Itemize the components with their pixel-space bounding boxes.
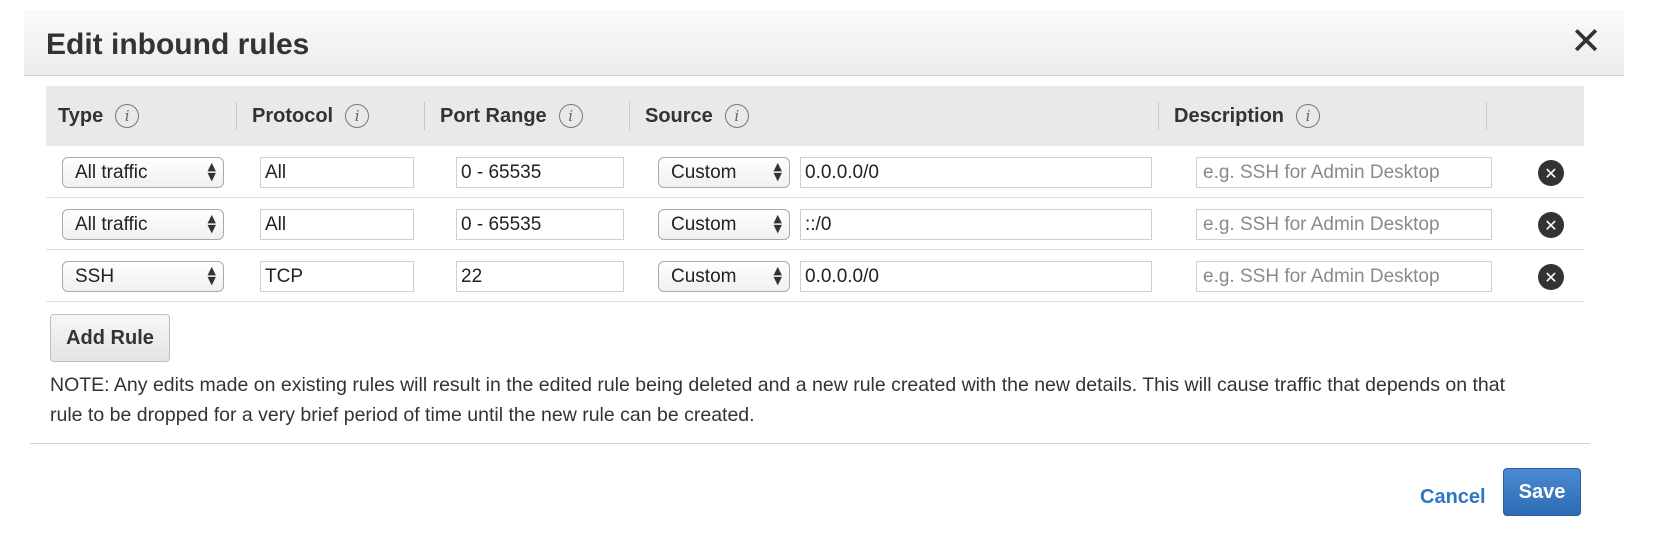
select-arrows-icon: ▲ ▼ xyxy=(207,212,216,235)
column-header-label: Source xyxy=(645,104,713,127)
footer-divider xyxy=(30,443,1590,444)
select-arrows-icon: ▲ ▼ xyxy=(773,212,782,235)
type-select[interactable]: SSH ▲ ▼ xyxy=(62,261,224,292)
info-icon[interactable]: i xyxy=(558,104,583,128)
table-row: All traffic ▲ ▼ All 0 - 65535 Custom ▲ ▼ :… xyxy=(46,198,1584,250)
column-divider xyxy=(1158,102,1159,130)
source-cidr-input[interactable]: 0.0.0.0/0 xyxy=(800,261,1152,292)
source-type-value: Custom xyxy=(671,266,737,287)
port-range-input[interactable]: 0 - 65535 xyxy=(456,209,624,240)
info-icon[interactable]: i xyxy=(115,104,140,128)
select-arrows-icon: ▲ ▼ xyxy=(207,160,216,183)
port-range-input[interactable]: 0 - 65535 xyxy=(456,157,624,188)
dialog-header: Edit inbound rules ✕ xyxy=(24,10,1624,76)
info-icon[interactable]: i xyxy=(345,104,370,128)
table-row: SSH ▲ ▼ TCP 22 Custom ▲ ▼ 0.0.0.0/0 e.g. S… xyxy=(46,250,1584,302)
type-select-value: SSH xyxy=(75,266,115,287)
note-text: NOTE: Any edits made on existing rules w… xyxy=(50,374,1506,426)
save-button[interactable]: Save xyxy=(1503,468,1581,516)
port-range-input[interactable]: 22 xyxy=(456,261,624,292)
type-select-value: All traffic xyxy=(75,214,148,235)
column-header-label: Description xyxy=(1174,104,1285,127)
dialog-title: Edit inbound rules xyxy=(46,28,310,61)
rules-table: Type i Protocol i Port Range i Source i … xyxy=(46,86,1584,302)
source-cidr-input[interactable]: ::/0 xyxy=(800,209,1152,240)
type-select[interactable]: All traffic ▲ ▼ xyxy=(62,209,224,240)
remove-rule-icon[interactable]: ✕ xyxy=(1538,212,1564,238)
protocol-field[interactable]: TCP xyxy=(260,261,414,292)
info-icon[interactable]: i xyxy=(724,104,749,128)
source-type-select[interactable]: Custom ▲ ▼ xyxy=(658,157,790,188)
description-input[interactable]: e.g. SSH for Admin Desktop xyxy=(1196,157,1492,188)
table-header: Type i Protocol i Port Range i Source i … xyxy=(46,86,1584,146)
column-header-port-range: Port Range i xyxy=(440,86,583,146)
description-input[interactable]: e.g. SSH for Admin Desktop xyxy=(1196,261,1492,292)
column-divider xyxy=(629,102,630,130)
column-header-source: Source i xyxy=(645,86,749,146)
column-header-label: Type xyxy=(58,104,104,127)
column-header-protocol: Protocol i xyxy=(252,86,370,146)
close-icon[interactable]: ✕ xyxy=(1570,22,1602,60)
select-arrows-icon: ▲ ▼ xyxy=(773,264,782,287)
column-divider xyxy=(424,102,425,130)
column-divider xyxy=(1486,102,1487,130)
column-header-label: Port Range xyxy=(440,104,547,127)
source-type-value: Custom xyxy=(671,214,737,235)
select-arrows-icon: ▲ ▼ xyxy=(207,264,216,287)
table-row: All traffic ▲ ▼ All 0 - 65535 Custom ▲ ▼ 0… xyxy=(46,146,1584,198)
column-header-label: Protocol xyxy=(252,104,334,127)
protocol-field[interactable]: All xyxy=(260,157,414,188)
type-select[interactable]: All traffic ▲ ▼ xyxy=(62,157,224,188)
description-input[interactable]: e.g. SSH for Admin Desktop xyxy=(1196,209,1492,240)
protocol-field[interactable]: All xyxy=(260,209,414,240)
remove-rule-icon[interactable]: ✕ xyxy=(1538,264,1564,290)
source-type-select[interactable]: Custom ▲ ▼ xyxy=(658,209,790,240)
select-arrows-icon: ▲ ▼ xyxy=(773,160,782,183)
column-header-description: Description i xyxy=(1174,86,1321,146)
info-icon[interactable]: i xyxy=(1296,104,1321,128)
source-cidr-input[interactable]: 0.0.0.0/0 xyxy=(800,157,1152,188)
source-type-value: Custom xyxy=(671,162,737,183)
column-divider xyxy=(236,102,237,130)
add-rule-button[interactable]: Add Rule xyxy=(50,314,170,362)
column-header-type: Type i xyxy=(58,86,140,146)
remove-rule-icon[interactable]: ✕ xyxy=(1538,160,1564,186)
cancel-button[interactable]: Cancel xyxy=(1420,486,1486,509)
type-select-value: All traffic xyxy=(75,162,148,183)
source-type-select[interactable]: Custom ▲ ▼ xyxy=(658,261,790,292)
